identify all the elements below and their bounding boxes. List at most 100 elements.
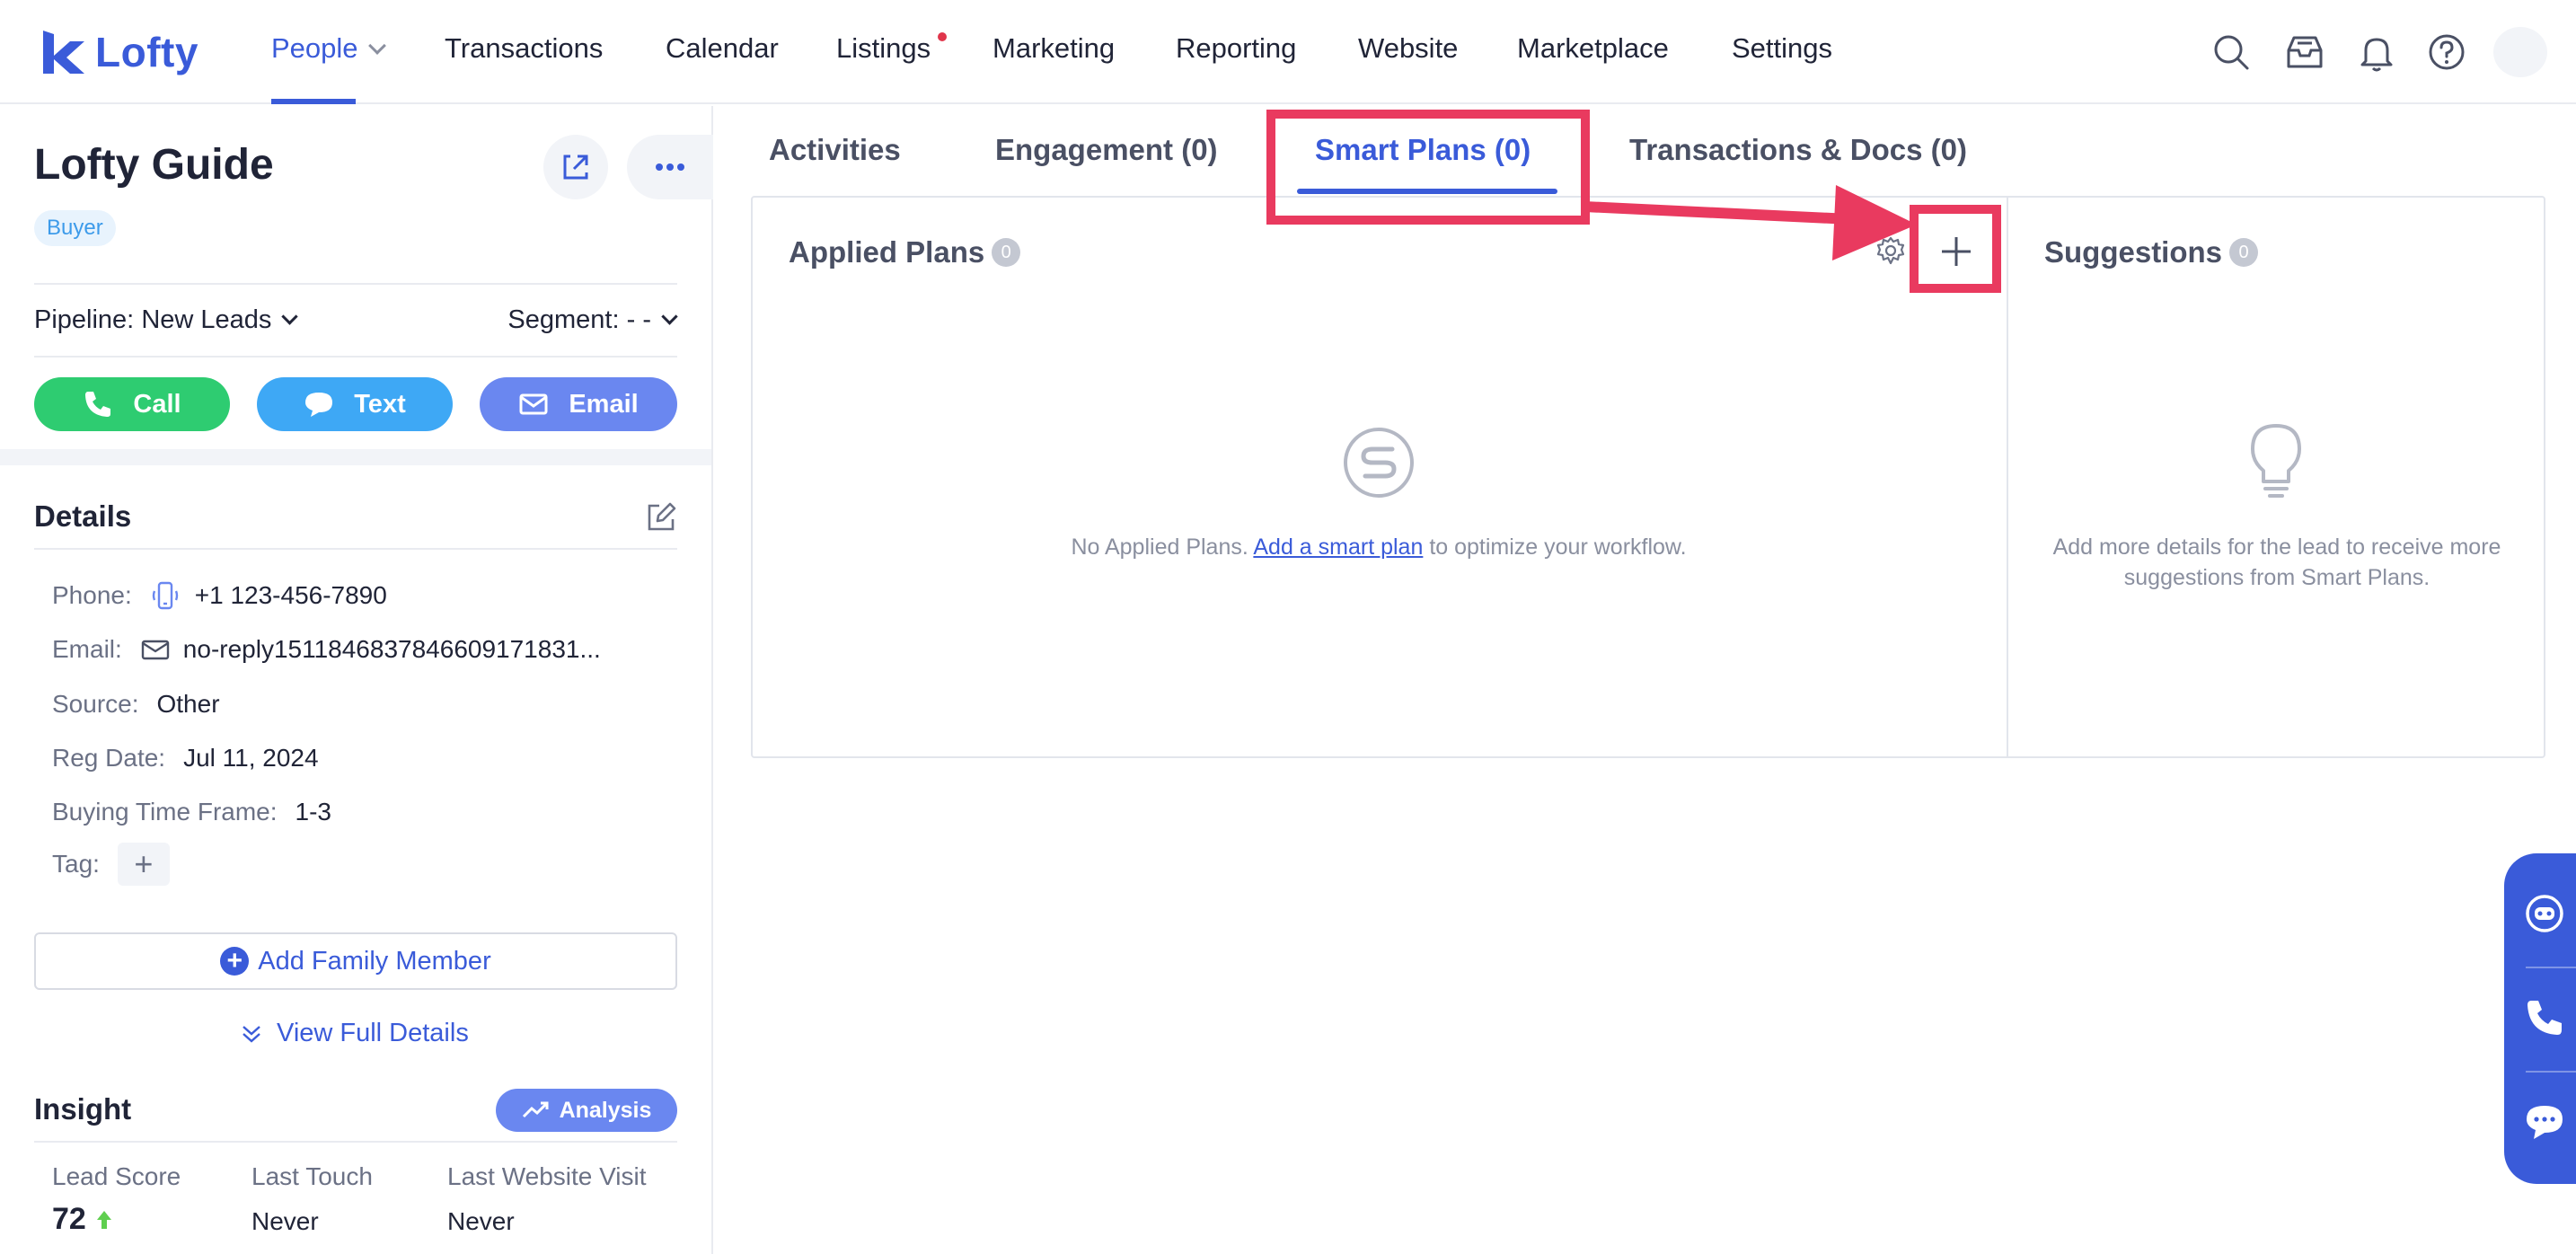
last-visit-label: Last Website Visit — [447, 1162, 647, 1190]
section-separator — [0, 449, 711, 465]
insight-title: Insight — [34, 1092, 132, 1126]
empty-prefix: No Applied Plans. — [1071, 534, 1254, 560]
add-family-member-button[interactable]: + Add Family Member — [34, 932, 677, 990]
analysis-label: Analysis — [559, 1097, 652, 1123]
chevron-down-icon — [281, 308, 299, 325]
divider — [34, 548, 677, 550]
analysis-button[interactable]: Analysis — [496, 1089, 677, 1132]
share-button[interactable] — [543, 135, 608, 199]
add-tag-button[interactable]: + — [117, 843, 170, 886]
suggestions-empty-message: Add more details for the lead to receive… — [2052, 534, 2501, 590]
reg-date-value: Jul 11, 2024 — [183, 744, 319, 772]
add-family-label: Add Family Member — [258, 946, 491, 976]
pipeline-select[interactable]: Pipeline: New Leads — [34, 305, 299, 335]
applied-plans-label: Applied Plans — [789, 235, 985, 269]
applied-plans-count: 0 — [992, 238, 1021, 267]
more-button[interactable] — [627, 135, 713, 199]
inbox-icon[interactable] — [2285, 32, 2325, 72]
nav-people-label: People — [271, 32, 358, 64]
nav-settings[interactable]: Settings — [1732, 32, 1832, 65]
applied-plans-empty-message: No Applied Plans. Add a smart plan to op… — [988, 532, 1769, 562]
widget-divider — [2526, 967, 2576, 968]
lead-score-value: 72 — [52, 1202, 86, 1236]
edit-icon[interactable] — [645, 501, 677, 534]
details-title: Details — [34, 499, 132, 533]
help-icon[interactable] — [2427, 32, 2466, 72]
arrow-up-icon — [96, 1210, 111, 1229]
lead-score: Lead Score 72 — [52, 1162, 181, 1237]
segment-select[interactable]: Segment: - - — [507, 305, 678, 335]
nav-people[interactable]: People — [271, 32, 386, 65]
lead-score-value-row: 72 — [52, 1202, 181, 1237]
nav-transactions[interactable]: Transactions — [445, 32, 603, 65]
nav-calendar[interactable]: Calendar — [666, 32, 779, 65]
add-smart-plan-link[interactable]: Add a smart plan — [1253, 534, 1423, 560]
annotation-arrow-icon — [1584, 185, 1917, 261]
nav-marketing[interactable]: Marketing — [992, 32, 1115, 65]
view-full-details-link[interactable]: View Full Details — [239, 1019, 469, 1048]
chatbot-icon[interactable] — [2524, 893, 2565, 934]
lofty-logo-icon — [43, 31, 84, 74]
nav-active-indicator — [271, 99, 356, 104]
pipeline-label: Pipeline: — [34, 305, 135, 334]
view-full-label: View Full Details — [277, 1019, 469, 1047]
tag-row: Tag: + — [52, 843, 170, 886]
tab-transactions-docs[interactable]: Transactions & Docs (0) — [1629, 133, 1967, 167]
brand-name: Lofty — [95, 29, 198, 75]
lead-sidebar: Lofty Guide Buyer Pipeline: New Leads Se… — [0, 106, 713, 1254]
chevron-down-icon — [661, 308, 678, 325]
plus-circle-icon: + — [220, 947, 250, 976]
mobile-phone-icon — [152, 581, 178, 610]
tab-activities[interactable]: Activities — [769, 133, 901, 167]
lead-type-badge: Buyer — [34, 210, 116, 246]
last-website-visit: Last Website Visit Never — [447, 1162, 647, 1236]
suggestions-title: Suggestions 0 — [2044, 235, 2259, 269]
source-row: Source: Other — [52, 690, 220, 719]
reg-date-row: Reg Date: Jul 11, 2024 — [52, 744, 319, 773]
tab-engagement[interactable]: Engagement (0) — [995, 133, 1218, 167]
phone-row: Phone: +1 123-456-7890 — [52, 580, 387, 611]
reg-date-label: Reg Date: — [52, 744, 166, 772]
lead-name: Lofty Guide — [34, 141, 274, 189]
tag-label: Tag: — [52, 850, 100, 878]
text-button[interactable]: Text — [257, 377, 453, 431]
call-button[interactable]: Call — [34, 377, 230, 431]
pipeline-value: New Leads — [141, 305, 272, 334]
chat-bubble-icon[interactable] — [2524, 1101, 2565, 1143]
last-touch-value: Never — [251, 1207, 319, 1235]
avatar[interactable] — [2493, 27, 2547, 77]
phone-label: Phone: — [52, 581, 132, 609]
phone-icon — [85, 392, 111, 417]
search-icon[interactable] — [2211, 32, 2251, 72]
phone-value[interactable]: +1 123-456-7890 — [195, 581, 387, 610]
nav-listings[interactable]: Listings — [836, 32, 931, 65]
text-label: Text — [354, 389, 406, 419]
last-visit-value: Never — [447, 1207, 515, 1235]
email-label: Email — [569, 389, 639, 419]
top-nav: Lofty People Transactions Calendar Listi… — [0, 0, 2576, 104]
widget-divider — [2526, 1071, 2576, 1073]
trend-line-icon — [522, 1101, 549, 1118]
brand-logo[interactable]: Lofty — [40, 25, 198, 79]
segment-value: - - — [626, 305, 651, 334]
call-label: Call — [133, 389, 181, 419]
app-root: Lofty People Transactions Calendar Listi… — [0, 0, 2576, 1254]
phone-icon[interactable] — [2524, 997, 2565, 1038]
timeframe-value: 1-3 — [295, 798, 331, 826]
email-button[interactable]: Email — [480, 377, 677, 431]
nav-website[interactable]: Website — [1358, 32, 1458, 65]
email-label: Email: — [52, 635, 122, 663]
nav-reporting[interactable]: Reporting — [1176, 32, 1296, 65]
share-icon — [563, 155, 588, 180]
lightbulb-icon — [2251, 424, 2301, 498]
email-value[interactable]: no-reply15118468378466091718​31... — [183, 635, 601, 664]
suggestions-label: Suggestions — [2044, 235, 2223, 269]
add-button-highlight-box — [1910, 205, 2001, 293]
divider — [34, 356, 677, 358]
bell-icon[interactable] — [2357, 32, 2396, 72]
suggestions-count: 0 — [2229, 238, 2259, 267]
divider — [34, 283, 677, 285]
mail-icon — [141, 640, 169, 660]
nav-marketplace[interactable]: Marketplace — [1517, 32, 1669, 65]
segment-label: Segment: — [507, 305, 620, 334]
